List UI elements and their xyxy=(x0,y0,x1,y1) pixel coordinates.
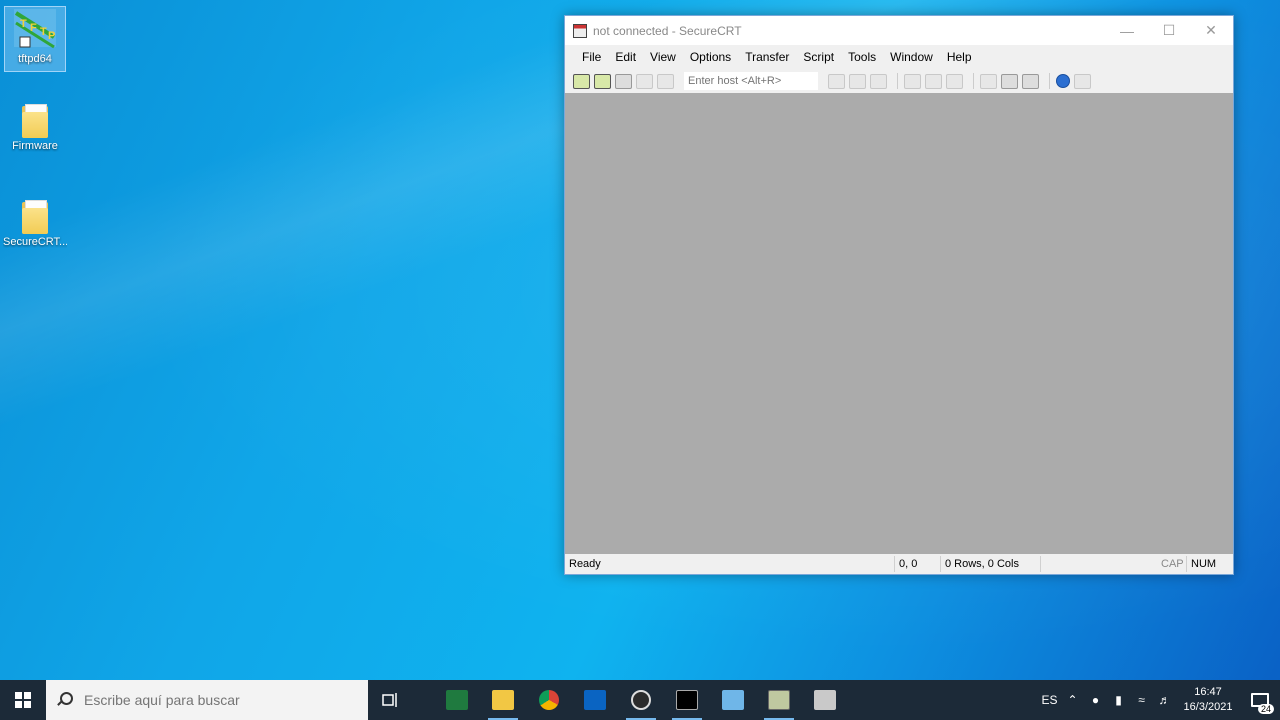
file-explorer-app[interactable] xyxy=(480,680,526,720)
folder-icon xyxy=(20,104,50,138)
taskbar: ES ⌃ ● ▮ ≈ ♬ 16:47 16/3/2021 24 xyxy=(0,680,1280,720)
menu-view[interactable]: View xyxy=(643,50,683,64)
notification-count: 24 xyxy=(1257,704,1274,714)
paste-icon[interactable] xyxy=(849,73,866,89)
menu-tools[interactable]: Tools xyxy=(841,50,883,64)
desktop-icon-label: Firmware xyxy=(12,140,58,152)
chevron-up-icon[interactable]: ⌃ xyxy=(1061,693,1084,707)
language-indicator[interactable]: ES xyxy=(1038,693,1061,707)
disconnect-icon[interactable] xyxy=(657,73,674,89)
status-num: NUM xyxy=(1191,558,1217,570)
desktop-icon-tftpd64[interactable]: T F T P tftpd64 xyxy=(4,6,66,72)
menu-window[interactable]: Window xyxy=(883,50,940,64)
window-title: not connected - SecureCRT xyxy=(593,23,742,38)
excel-app[interactable] xyxy=(434,680,480,720)
remote-desktop-icon xyxy=(722,690,744,710)
desktop-icon-firmware[interactable]: Firmware xyxy=(4,100,66,166)
toolbar xyxy=(565,69,1233,93)
find-icon[interactable] xyxy=(870,73,887,89)
menu-options[interactable]: Options xyxy=(683,50,738,64)
excel-icon xyxy=(446,690,468,710)
window-titlebar[interactable]: not connected - SecureCRT — ☐ ✕ xyxy=(565,16,1233,45)
clock[interactable]: 16:47 16/3/2021 xyxy=(1176,685,1240,715)
status-spacer xyxy=(1041,556,1157,572)
status-cap: CAP xyxy=(1157,556,1187,572)
minimize-button[interactable]: — xyxy=(1105,16,1149,45)
connect-in-tab-icon[interactable] xyxy=(615,73,632,89)
print-selection-icon[interactable] xyxy=(925,73,942,89)
terminal-app[interactable] xyxy=(664,680,710,720)
outlook-icon xyxy=(584,690,606,710)
folder-icon xyxy=(20,200,50,234)
menu-script[interactable]: Script xyxy=(796,50,841,64)
windows-logo-icon xyxy=(15,692,31,708)
notification-center-button[interactable]: 24 xyxy=(1240,680,1280,720)
menu-edit[interactable]: Edit xyxy=(608,50,643,64)
securecrt-window: not connected - SecureCRT — ☐ ✕ File Edi… xyxy=(564,15,1234,575)
securecrt-icon xyxy=(768,690,790,710)
toolbar-separator xyxy=(897,73,898,89)
svg-text:P: P xyxy=(48,30,55,42)
obs-icon xyxy=(631,690,651,710)
menu-bar: File Edit View Options Transfer Script T… xyxy=(565,45,1233,69)
keymap-icon[interactable] xyxy=(1022,73,1039,89)
menu-transfer[interactable]: Transfer xyxy=(738,50,796,64)
status-bar: Ready 0, 0 0 Rows, 0 Cols CAP NUM xyxy=(565,554,1233,574)
battery-icon[interactable]: ▮ xyxy=(1107,693,1130,707)
copy-icon[interactable] xyxy=(828,73,845,89)
print-icon[interactable] xyxy=(904,73,921,89)
connect-icon[interactable] xyxy=(573,73,590,89)
folder-icon xyxy=(492,690,514,710)
quick-connect-icon[interactable] xyxy=(594,73,611,89)
clock-time: 16:47 xyxy=(1194,686,1222,698)
menu-file[interactable]: File xyxy=(575,50,608,64)
network-tool-app[interactable] xyxy=(802,680,848,720)
enter-host-input[interactable] xyxy=(684,72,818,90)
svg-text:T: T xyxy=(20,18,27,30)
chrome-icon xyxy=(539,690,559,710)
help-icon[interactable] xyxy=(1056,74,1070,88)
wifi-icon[interactable]: ≈ xyxy=(1130,693,1153,707)
system-tray: ES ⌃ ● ▮ ≈ ♬ 16:47 16/3/2021 24 xyxy=(1038,680,1280,720)
status-size: 0 Rows, 0 Cols xyxy=(941,556,1041,572)
svg-text:F: F xyxy=(30,22,37,34)
search-icon xyxy=(56,692,73,708)
terminal-area[interactable] xyxy=(565,93,1233,556)
maximize-button[interactable]: ☐ xyxy=(1147,16,1191,45)
toolbar-separator xyxy=(973,73,974,89)
status-cursor-position: 0, 0 xyxy=(895,556,941,572)
securecrt-app[interactable] xyxy=(756,680,802,720)
clock-date: 16/3/2021 xyxy=(1183,701,1233,713)
desktop-icon-securecrt-folder[interactable]: SecureCRT... xyxy=(3,196,67,262)
svg-text:T: T xyxy=(40,26,47,38)
sftp-icon[interactable] xyxy=(1074,73,1091,89)
desktop-icon-label: tftpd64 xyxy=(18,53,52,65)
start-button[interactable] xyxy=(0,680,46,720)
close-button[interactable]: ✕ xyxy=(1189,16,1233,45)
menu-help[interactable]: Help xyxy=(940,50,979,64)
status-ready: Ready xyxy=(565,556,895,572)
outlook-app[interactable] xyxy=(572,680,618,720)
toolbar-separator xyxy=(1049,73,1050,89)
task-view-button[interactable] xyxy=(368,680,414,720)
network-tool-icon xyxy=(814,690,836,710)
remote-desktop-app[interactable] xyxy=(710,680,756,720)
taskbar-search[interactable] xyxy=(46,680,368,720)
session-options-icon[interactable] xyxy=(980,73,997,89)
chrome-app[interactable] xyxy=(526,680,572,720)
taskbar-divider xyxy=(414,680,434,720)
print-setup-icon[interactable] xyxy=(946,73,963,89)
securecrt-app-icon xyxy=(573,23,587,38)
volume-icon[interactable]: ♬ xyxy=(1153,693,1176,707)
global-options-icon[interactable] xyxy=(1001,73,1018,89)
desktop-icon-label: SecureCRT... xyxy=(3,236,67,248)
microphone-icon[interactable]: ● xyxy=(1084,693,1107,707)
reconnect-icon[interactable] xyxy=(636,73,653,89)
obs-app[interactable] xyxy=(618,680,664,720)
search-input[interactable] xyxy=(84,692,344,708)
terminal-icon xyxy=(676,690,698,710)
task-view-icon xyxy=(382,693,397,707)
tftp-icon: T F T P xyxy=(14,9,56,49)
